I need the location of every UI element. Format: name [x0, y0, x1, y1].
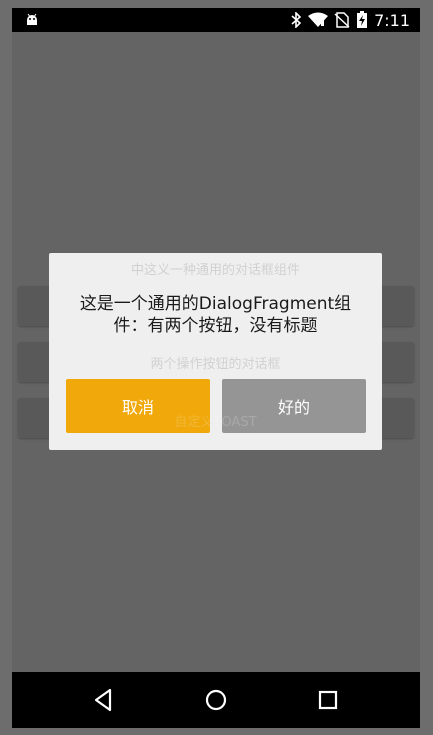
bluetooth-icon: [291, 12, 302, 28]
screen: 7:11 中这义一种通用的对话框组件 两个操作按钮的对话框 这是一个通用的Dia…: [12, 8, 420, 728]
dialog-message: 这是一个通用的DialogFragment组件：有两个按钮，没有标题: [79, 294, 352, 336]
status-icons: 7:11: [290, 8, 410, 32]
behind-text-2: 两个操作按钮的对话框: [150, 357, 281, 372]
battery-charging-icon: [357, 11, 368, 28]
wifi-icon: [308, 12, 329, 27]
device-frame: 7:11 中这义一种通用的对话框组件 两个操作按钮的对话框 这是一个通用的Dia…: [0, 0, 433, 735]
android-debug-icon: [27, 13, 37, 25]
clock: 7:11: [374, 10, 410, 30]
home-icon[interactable]: [202, 686, 230, 714]
no-sim-icon: [334, 12, 350, 28]
behind-text-3: 自定义TOAST: [174, 415, 257, 430]
status-bar: 7:11: [12, 8, 420, 32]
dialog: 中这义一种通用的对话框组件 两个操作按钮的对话框 这是一个通用的DialogFr…: [49, 253, 382, 450]
navigation-bar: [12, 672, 420, 728]
recents-icon[interactable]: [314, 686, 342, 714]
behind-text-1: 中这义一种通用的对话框组件: [130, 263, 300, 278]
back-icon[interactable]: [90, 686, 118, 714]
